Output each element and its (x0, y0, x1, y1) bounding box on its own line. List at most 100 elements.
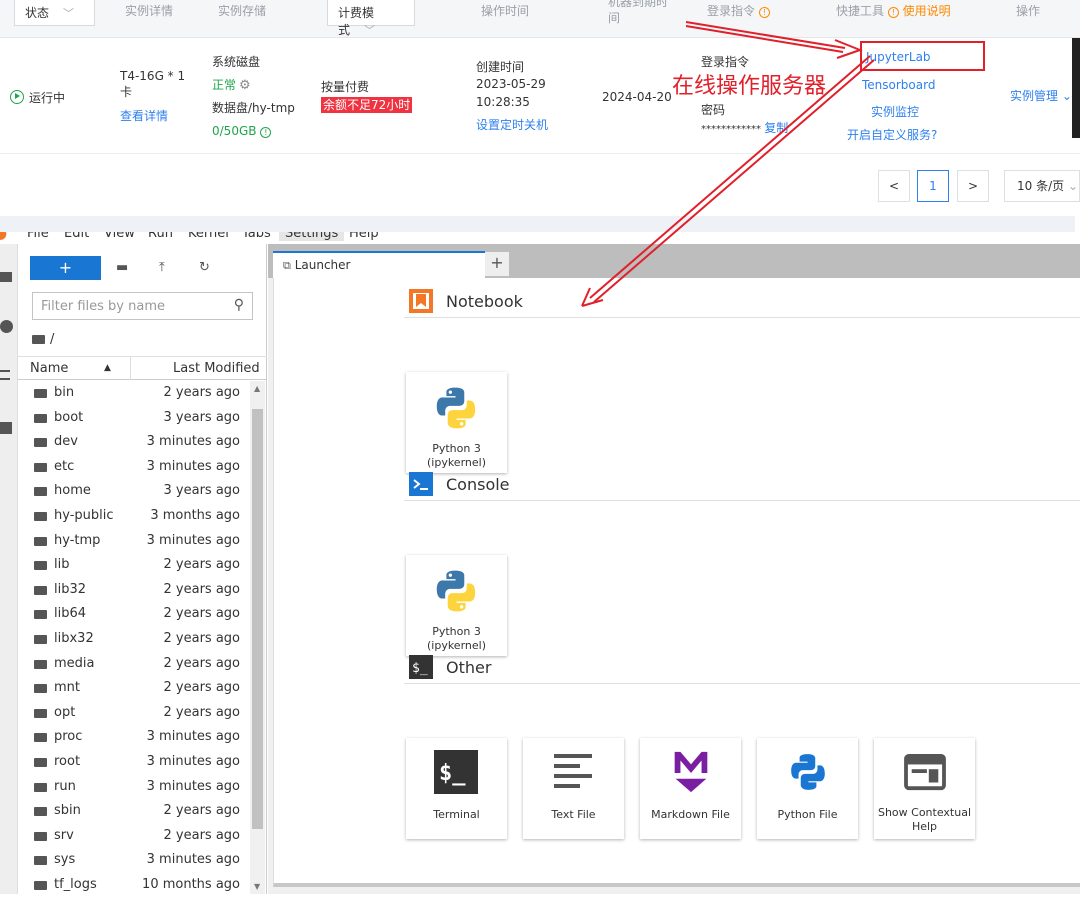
menu-run[interactable]: Run (148, 232, 173, 241)
info-icon: ! (887, 7, 899, 18)
page-1-button[interactable]: 1 (917, 170, 949, 202)
contextual-help-card[interactable]: Show Contextual Help (874, 738, 975, 839)
card-label: Terminal (433, 808, 480, 821)
password-mask: ************ 复制 (701, 120, 788, 138)
password-label: 密码 (701, 103, 726, 117)
new-folder-icon[interactable]: ▬ (116, 260, 128, 275)
created-date: 2023-05-29 (476, 77, 546, 91)
copy-link[interactable]: 复制 (764, 121, 788, 135)
python-file-card[interactable]: Python File (757, 738, 858, 839)
running-sessions-icon[interactable] (0, 320, 13, 333)
folder-icon[interactable] (0, 272, 12, 282)
folder-icon (34, 758, 47, 767)
notebook-python3-card[interactable]: Python 3 (ipykernel) (406, 372, 507, 473)
monitor-link[interactable]: 实例监控 (871, 104, 919, 120)
file-modified: 3 minutes ago (146, 754, 240, 769)
file-name: lib32 (54, 581, 87, 597)
next-page-button[interactable]: > (957, 170, 989, 202)
file-row[interactable]: sbin 2 years ago (18, 799, 250, 823)
markdown-file-card[interactable]: Markdown File (640, 738, 741, 839)
upload-icon[interactable]: ⤒ (159, 260, 165, 275)
custom-service-link[interactable]: 开启自定义服务? (847, 127, 937, 143)
menu-tabs[interactable]: Tabs (242, 232, 271, 241)
menu-view[interactable]: View (104, 232, 135, 241)
file-browser: + ▬ ⤒ ↻ Filter files by name ⚲ / Name ▲ … (18, 244, 267, 894)
menu-bar: ● File Edit View Run Kernel Tabs Setting… (0, 232, 1080, 244)
notebook-section-title: Notebook (446, 292, 523, 311)
folder-icon (34, 708, 47, 718)
menu-file[interactable]: File (27, 232, 49, 241)
file-row[interactable]: lib 2 years ago (18, 553, 250, 577)
menu-kernel[interactable]: Kernel (188, 232, 229, 241)
file-row[interactable]: dev 3 minutes ago (18, 430, 250, 454)
header-login-label: 登录指令 (707, 4, 756, 18)
file-row[interactable]: opt 2 years ago (18, 701, 250, 725)
password-mask-text: ************ (701, 124, 761, 135)
info-icon[interactable]: ! (260, 127, 272, 138)
scroll-down-icon[interactable]: ▼ (254, 882, 260, 891)
menu-edit[interactable]: Edit (64, 232, 89, 241)
card-label-line1: Python 3 (432, 625, 481, 638)
terminal-card[interactable]: $_ Terminal (406, 738, 507, 839)
file-row[interactable]: proc 3 minutes ago (18, 725, 250, 749)
file-row[interactable]: home 3 years ago (18, 479, 250, 503)
console-python3-card[interactable]: Python 3 (ipykernel) (406, 555, 507, 656)
status-filter[interactable]: 状态 ﹀ (14, 0, 95, 26)
prev-page-button[interactable]: < (878, 170, 910, 202)
view-details-link[interactable]: 查看详情 (120, 108, 168, 124)
file-row[interactable]: srv 2 years ago (18, 824, 250, 848)
menu-settings[interactable]: Settings (279, 232, 345, 241)
file-modified: 3 minutes ago (146, 729, 240, 745)
file-row[interactable]: hy-tmp 3 minutes ago (18, 529, 250, 553)
file-row[interactable]: bin 2 years ago (18, 381, 250, 405)
file-row[interactable]: tf_logs 10 months ago (18, 873, 250, 897)
file-row[interactable]: hy-public 3 months ago (18, 504, 250, 528)
status-cell: 运行中 (10, 90, 65, 106)
tensorboard-link[interactable]: Tensorboard (862, 77, 935, 93)
file-modified: 2 years ago (163, 581, 240, 597)
breadcrumb[interactable]: / (32, 332, 54, 347)
created-time: 10:28:35 (476, 95, 530, 109)
gear-icon[interactable]: ⚙ (239, 78, 251, 94)
folder-icon (34, 413, 47, 423)
text-file-card[interactable]: Text File (523, 738, 624, 839)
manage-dropdown[interactable]: 实例管理 ⌄ (1010, 88, 1072, 104)
expire-date: 2024-04-20 (602, 90, 672, 104)
file-filter-input[interactable]: Filter files by name ⚲ (32, 292, 253, 320)
scroll-up-icon[interactable]: ▲ (254, 384, 260, 393)
menu-help[interactable]: Help (349, 232, 379, 241)
info-icon[interactable]: ! (758, 7, 770, 18)
file-row[interactable]: run 3 minutes ago (18, 775, 250, 799)
breadcrumb-root: / (50, 332, 55, 347)
file-row[interactable]: etc 3 minutes ago (18, 455, 250, 479)
extension-icon[interactable] (0, 422, 12, 434)
billing-filter[interactable]: 计费模式 ﹀ (327, 0, 415, 37)
set-shutdown-link[interactable]: 设置定时关机 (476, 117, 548, 133)
file-row[interactable]: libx32 2 years ago (18, 627, 250, 651)
console-icon (409, 472, 433, 496)
new-launcher-button[interactable]: + (30, 256, 101, 280)
file-row[interactable]: lib64 2 years ago (18, 602, 250, 626)
scrollbar-thumb[interactable] (252, 409, 263, 829)
file-row[interactable]: lib32 2 years ago (18, 578, 250, 602)
refresh-icon[interactable]: ↻ (199, 260, 210, 275)
file-row[interactable]: boot 3 years ago (18, 406, 250, 430)
folder-icon (34, 684, 47, 694)
modified-column-header[interactable]: Last Modified (173, 361, 260, 376)
file-name: media (54, 655, 95, 671)
folder-icon (34, 585, 47, 595)
tab-launcher[interactable]: ⧉ Launcher (273, 251, 485, 278)
file-name: hy-tmp (54, 532, 101, 548)
name-column-header[interactable]: Name (30, 361, 68, 376)
add-tab-button[interactable]: + (485, 252, 509, 276)
tools-help-link[interactable]: ! 使用说明 (887, 4, 951, 18)
command-palette-icon[interactable] (0, 370, 10, 380)
file-row[interactable]: sys 3 minutes ago (18, 848, 250, 872)
file-row[interactable]: root 3 minutes ago (18, 750, 250, 774)
page-size-select[interactable]: 10 条/页 ⌄ (1004, 170, 1080, 202)
file-row[interactable]: mnt 2 years ago (18, 676, 250, 700)
sys-disk-status: 正常 ⚙ (212, 77, 251, 94)
file-name: opt (54, 704, 76, 720)
notebook-section-header: Notebook (404, 278, 1080, 318)
file-row[interactable]: media 2 years ago (18, 652, 250, 676)
